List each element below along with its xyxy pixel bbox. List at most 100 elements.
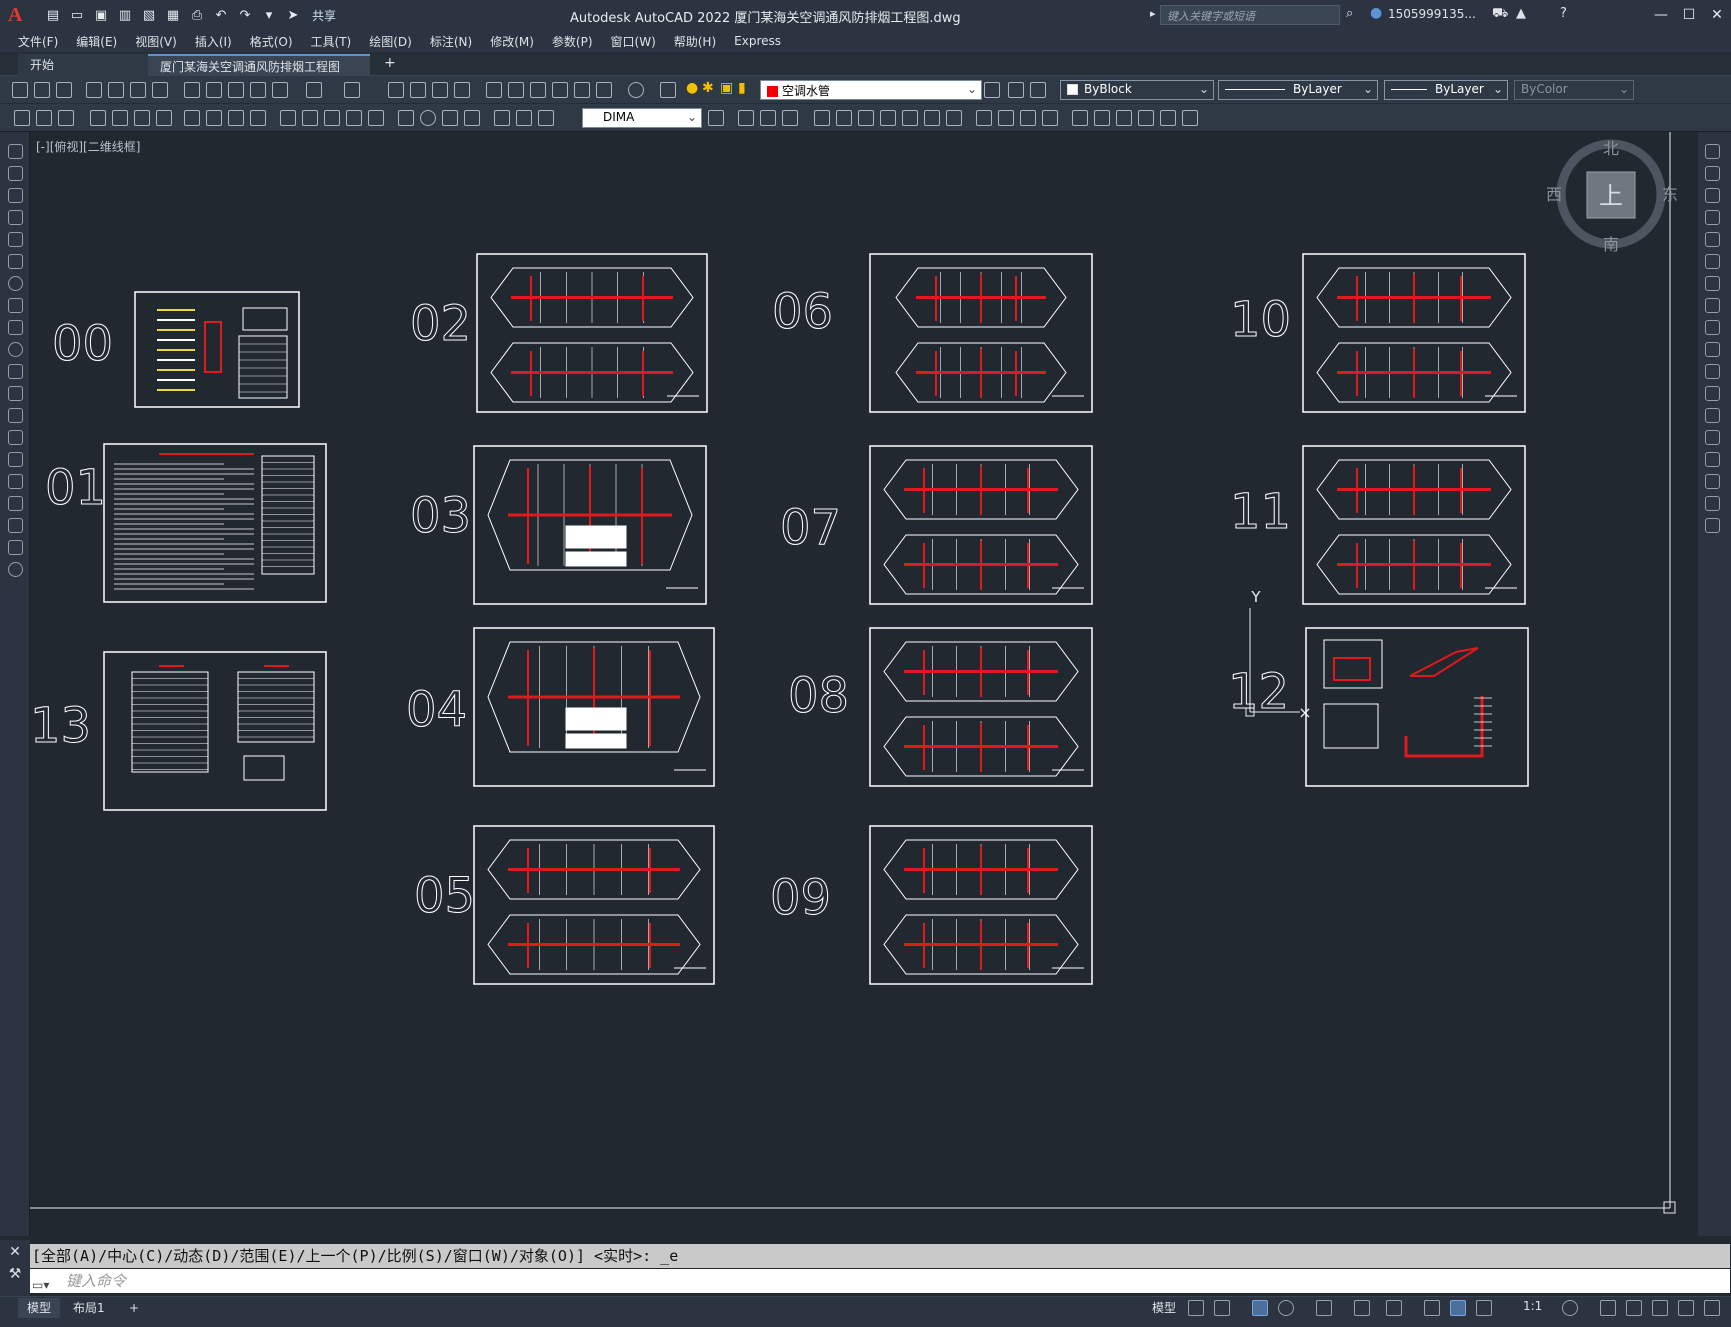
user-icon[interactable]: ● bbox=[1370, 5, 1382, 21]
save-web-icon[interactable]: ▦ bbox=[164, 6, 182, 24]
jogged-dimension-icon[interactable] bbox=[206, 110, 222, 126]
stretch-icon[interactable] bbox=[814, 110, 830, 126]
array-tool-icon[interactable] bbox=[1705, 232, 1720, 247]
copy-object-icon[interactable] bbox=[760, 110, 776, 126]
viewport-controls[interactable]: [-][俯视][二维线框] bbox=[36, 138, 140, 155]
maximize-button[interactable]: ☐ bbox=[1675, 0, 1703, 30]
dimension-space-icon[interactable] bbox=[346, 110, 362, 126]
blend-tool-icon[interactable] bbox=[1705, 496, 1720, 511]
lineweight-dropdown[interactable]: ByLayer ⌄ bbox=[1384, 80, 1508, 100]
layer-previous-icon[interactable] bbox=[1008, 82, 1024, 98]
grid-icon[interactable] bbox=[1188, 1300, 1204, 1316]
cut-icon[interactable] bbox=[184, 82, 200, 98]
polygon-tool-icon[interactable] bbox=[8, 210, 23, 225]
gradient-tool-icon[interactable] bbox=[8, 474, 23, 489]
workspace-switch-icon[interactable] bbox=[1562, 1300, 1578, 1316]
publish-icon[interactable] bbox=[130, 82, 146, 98]
group-edit-icon[interactable] bbox=[1138, 110, 1154, 126]
annotation-visibility-icon[interactable] bbox=[1450, 1300, 1466, 1316]
layer-freeze-icon[interactable]: ✱ bbox=[702, 80, 714, 96]
chamfer-icon[interactable] bbox=[976, 110, 992, 126]
explode-tool-icon[interactable] bbox=[1705, 518, 1720, 533]
group-bounding-icon[interactable] bbox=[1182, 110, 1198, 126]
fillet-tool-icon[interactable] bbox=[1705, 474, 1720, 489]
command-close-icon[interactable]: ✕ bbox=[0, 1244, 30, 1260]
extend-tool-icon[interactable] bbox=[1705, 364, 1720, 379]
arc-length-icon[interactable] bbox=[134, 110, 150, 126]
new-tab-button[interactable]: + bbox=[384, 55, 396, 71]
menu-express[interactable]: Express bbox=[734, 34, 781, 48]
join-icon[interactable] bbox=[946, 110, 962, 126]
dimension-edit-icon[interactable] bbox=[494, 110, 510, 126]
autocad-logo-icon[interactable]: A bbox=[8, 4, 30, 26]
dimension-text-edit-icon[interactable] bbox=[516, 110, 532, 126]
command-customize-icon[interactable]: ⚒ bbox=[0, 1266, 30, 1282]
search-input[interactable]: 键入关键字或短语 bbox=[1160, 5, 1340, 25]
redo-icon[interactable]: ↷ bbox=[236, 6, 254, 24]
open-icon[interactable]: ▭ bbox=[68, 6, 86, 24]
block-editor-icon[interactable] bbox=[272, 82, 288, 98]
revcloud-tool-icon[interactable] bbox=[8, 298, 23, 313]
viewcube-north[interactable]: 北 bbox=[1603, 139, 1619, 158]
angular-dimension-icon[interactable] bbox=[250, 110, 266, 126]
inspection-icon[interactable] bbox=[442, 110, 458, 126]
menu-view[interactable]: 视图(V) bbox=[135, 33, 177, 50]
cart-icon[interactable]: ⛟ bbox=[1492, 6, 1508, 23]
help-icon[interactable]: ? bbox=[1560, 6, 1567, 21]
fillet-icon[interactable] bbox=[998, 110, 1014, 126]
group-select-icon[interactable] bbox=[1160, 110, 1176, 126]
move-tool-icon[interactable] bbox=[1705, 254, 1720, 269]
drawing-svg[interactable]: 上 北 南 东 西 Y × 00 01 13 02 03 04 05 06 07 08 09 10 11… bbox=[30, 132, 1698, 1236]
3d-print-icon[interactable] bbox=[152, 82, 168, 98]
join-tool-icon[interactable] bbox=[1705, 430, 1720, 445]
break-at-point-icon[interactable] bbox=[1705, 386, 1720, 401]
isodraft-icon[interactable] bbox=[1316, 1300, 1332, 1316]
lineweight-toggle-icon[interactable] bbox=[1424, 1300, 1440, 1316]
layer-lock-icon[interactable]: ▮ bbox=[738, 80, 746, 96]
tool-palettes-icon[interactable] bbox=[530, 82, 546, 98]
linetype-dropdown[interactable]: ByLayer ⌄ bbox=[1218, 80, 1378, 100]
minimize-button[interactable]: — bbox=[1647, 0, 1675, 30]
ellipse-arc-tool-icon[interactable] bbox=[8, 364, 23, 379]
ellipse-tool-icon[interactable] bbox=[8, 342, 23, 357]
break-tool-icon[interactable] bbox=[1705, 408, 1720, 423]
scale-tool-icon[interactable] bbox=[1705, 298, 1720, 313]
move-icon[interactable] bbox=[738, 110, 754, 126]
menu-file[interactable]: 文件(F) bbox=[18, 33, 58, 50]
tab-drawing[interactable]: 厦门某海关空调通风防排烟工程图*✕ bbox=[148, 54, 370, 96]
layer-states-icon[interactable] bbox=[1030, 82, 1046, 98]
qat-dropdown-icon[interactable]: ▾ bbox=[260, 6, 278, 24]
layer-dropdown[interactable]: 空调水管 ⌄ bbox=[760, 80, 982, 100]
extend-icon[interactable] bbox=[902, 110, 918, 126]
trim-icon[interactable] bbox=[880, 110, 896, 126]
add-selected-icon[interactable] bbox=[8, 562, 23, 577]
open-drawing-icon[interactable] bbox=[34, 82, 50, 98]
radius-dimension-icon[interactable] bbox=[184, 110, 200, 126]
copy-tool-icon[interactable] bbox=[1705, 166, 1720, 181]
trim-tool-icon[interactable] bbox=[1705, 342, 1720, 357]
menu-draw[interactable]: 绘图(D) bbox=[369, 33, 412, 50]
construction-line-icon[interactable] bbox=[8, 166, 23, 181]
stretch-tool-icon[interactable] bbox=[1705, 320, 1720, 335]
chamfer-tool-icon[interactable] bbox=[1705, 452, 1720, 467]
viewcube-south[interactable]: 南 bbox=[1603, 235, 1619, 254]
match-properties-icon[interactable] bbox=[250, 82, 266, 98]
undo-toolbar-icon[interactable] bbox=[306, 82, 322, 98]
tab-layout1[interactable]: 布局1 bbox=[64, 1298, 114, 1318]
spline-tool-icon[interactable] bbox=[8, 320, 23, 335]
zoom-previous-icon[interactable] bbox=[454, 82, 470, 98]
new-icon[interactable]: ▤ bbox=[44, 6, 62, 24]
make-current-layer-icon[interactable] bbox=[984, 82, 1000, 98]
copy-icon[interactable] bbox=[206, 82, 222, 98]
search-expand-icon[interactable]: ▸ bbox=[1150, 7, 1156, 20]
plot-drawing-icon[interactable] bbox=[86, 82, 102, 98]
line-tool-icon[interactable] bbox=[8, 144, 23, 159]
linear-dimension-icon[interactable] bbox=[90, 110, 106, 126]
command-input[interactable]: ▭▾ 键入命令 bbox=[30, 1269, 1730, 1293]
units-icon[interactable] bbox=[1626, 1300, 1642, 1316]
object-snap-tracking-icon[interactable] bbox=[1354, 1300, 1370, 1316]
dimension-style-icon[interactable] bbox=[708, 110, 724, 126]
insert-block-icon[interactable] bbox=[8, 386, 23, 401]
rotate-icon[interactable] bbox=[836, 110, 852, 126]
group-icon[interactable] bbox=[1094, 110, 1110, 126]
